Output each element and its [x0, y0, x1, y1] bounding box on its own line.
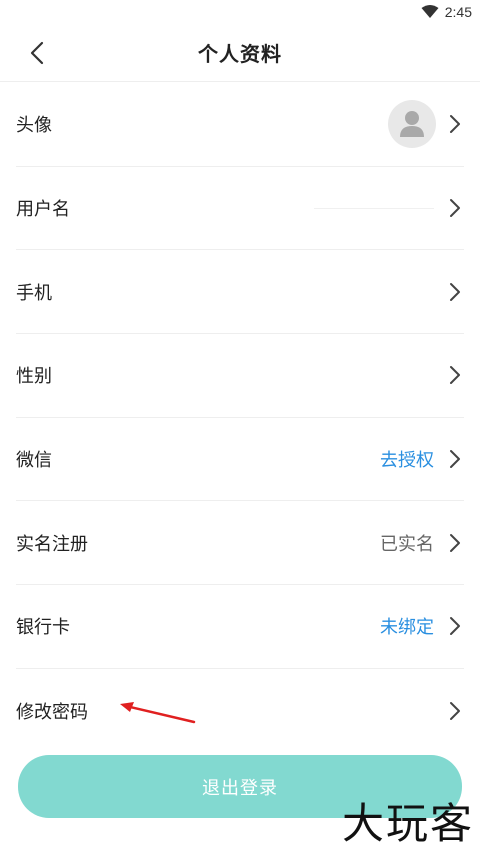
chevron-right-icon	[448, 365, 462, 385]
avatar[interactable]	[388, 100, 436, 149]
chevron-right-icon	[448, 114, 462, 134]
logout-label: 退出登录	[202, 777, 278, 799]
row-wechat[interactable]: 微信 去授权	[16, 418, 464, 502]
row-change-password[interactable]: 修改密码	[16, 669, 464, 753]
row-label-wechat: 微信	[16, 450, 52, 472]
row-label-phone: 手机	[16, 282, 52, 304]
row-label-username: 用户名	[16, 199, 70, 221]
status-time: 2:45	[444, 4, 472, 20]
real-name-status: 已实名	[380, 533, 434, 555]
page-title: 个人资料	[198, 42, 282, 66]
row-avatar[interactable]: 头像	[16, 83, 464, 167]
row-bank-card[interactable]: 银行卡 未绑定	[16, 585, 464, 669]
nav-bar: 个人资料	[0, 24, 480, 82]
watermark-logo: 大玩客	[341, 799, 474, 848]
back-button[interactable]	[22, 38, 52, 68]
row-label-avatar: 头像	[16, 115, 52, 137]
row-gender[interactable]: 性别	[16, 334, 464, 418]
chevron-right-icon	[448, 616, 462, 636]
chevron-right-icon	[448, 533, 462, 553]
person-icon	[400, 111, 424, 138]
chevron-left-icon	[30, 41, 44, 65]
wechat-authorize-link[interactable]: 去授权	[380, 446, 434, 472]
row-label-real-name: 实名注册	[16, 533, 88, 555]
row-phone[interactable]: 手机	[16, 250, 464, 335]
profile-list: 头像 用户名 手机 性别 微信 去授权 实名注册 已实名 银行卡 未绑定 修改密…	[0, 83, 480, 753]
chevron-right-icon	[448, 198, 462, 218]
username-value	[314, 207, 434, 209]
row-real-name[interactable]: 实名注册 已实名	[16, 501, 464, 586]
annotation-arrow	[116, 696, 198, 730]
wifi-icon	[421, 5, 439, 19]
chevron-right-icon	[448, 701, 462, 721]
bank-card-status[interactable]: 未绑定	[380, 613, 434, 639]
chevron-right-icon	[448, 282, 462, 302]
row-label-change-password: 修改密码	[16, 701, 88, 723]
row-label-gender: 性别	[16, 366, 52, 388]
row-label-bank-card: 银行卡	[16, 617, 70, 639]
status-bar: 2:45	[0, 0, 480, 24]
row-username[interactable]: 用户名	[16, 167, 464, 251]
chevron-right-icon	[448, 449, 462, 469]
